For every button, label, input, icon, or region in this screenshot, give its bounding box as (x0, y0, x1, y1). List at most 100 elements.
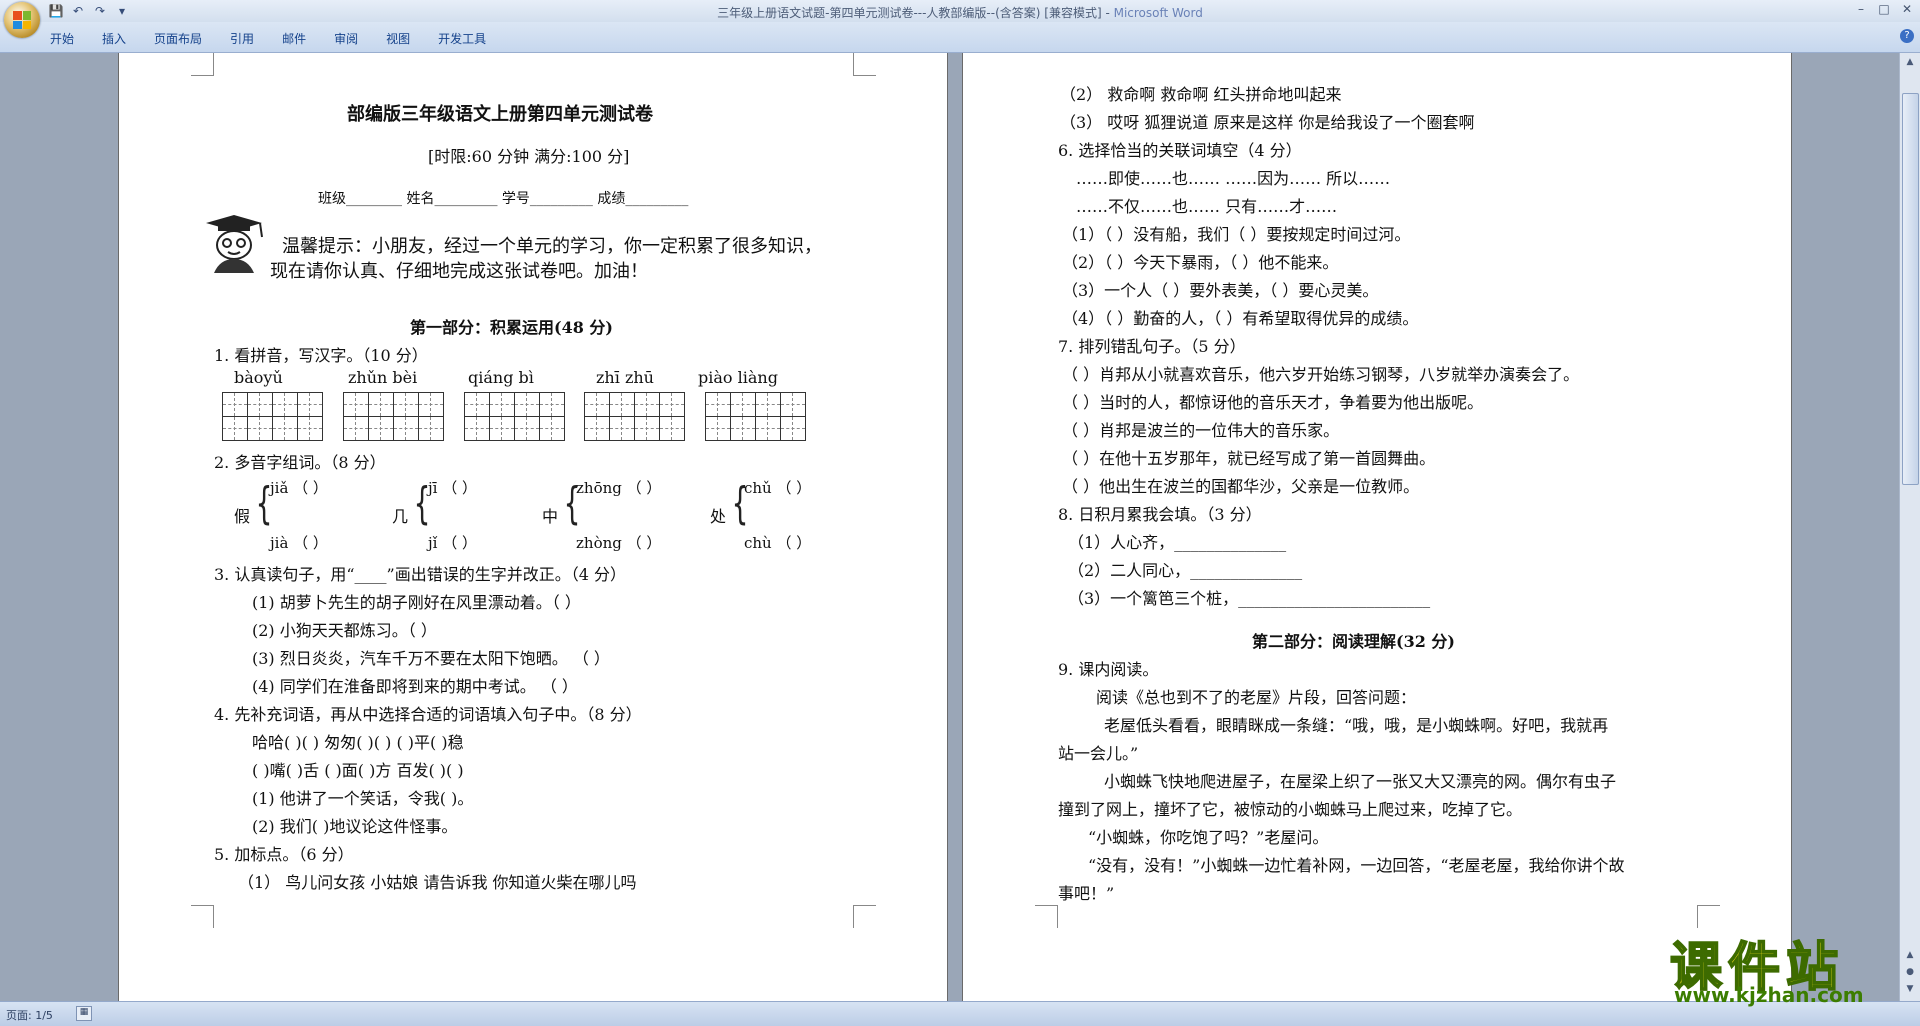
q4-sentence-1: (1) 他讲了一个笑话，令我( )。 (252, 789, 474, 808)
writing-grid-5[interactable] (705, 392, 806, 441)
q9-paragraph-1a: 老屋低头看看，眼睛眯成一条缝：“哦，哦，是小蜘蛛啊。好吧，我就再 (1104, 716, 1609, 735)
writing-grid-3[interactable] (464, 392, 565, 441)
poly-4-reading-2: chù （ ） (744, 534, 812, 552)
teacher-cartoon (206, 215, 263, 273)
margin-corner (191, 53, 214, 76)
pinyin-4: zhī zhū (596, 368, 654, 387)
tab-insert[interactable]: 插入 (102, 30, 126, 47)
pinyin-2: zhǔn bèi (348, 368, 418, 387)
q9-paragraph-3: “小蜘蛛，你吃饱了吗？”老屋问。 (1088, 828, 1329, 847)
macro-record-icon[interactable]: ▦ (76, 1006, 92, 1021)
watermark-url: www.kjzhan.com (1674, 983, 1864, 1007)
time-limit: [时限:60 分钟 满分:100 分] (428, 147, 630, 166)
q6-options-2: ……不仅……也…… 只有……才…… (1076, 197, 1338, 216)
tip-line-2: 现在请你认真、仔细地完成这张试卷吧。加油！ (270, 261, 648, 282)
poly-char-3: 中 (542, 507, 559, 526)
q3-item-2: (2) 小狗天天都炼习。（ ） (252, 621, 437, 640)
q9-paragraph-1b: 站一会儿。” (1058, 744, 1139, 763)
tab-home[interactable]: 开始 (50, 30, 74, 47)
status-bar: 页面: 1/5 ▦ (0, 1001, 1920, 1026)
writing-grid-2[interactable] (343, 392, 444, 441)
q8-item-1: （1）人心齐，______________ (1068, 533, 1287, 552)
q3-item-1: (1) 胡萝卜先生的胡子刚好在风里漂动着。（ ） (252, 593, 581, 612)
poly-1-reading-1: jiǎ （ ） (270, 479, 328, 497)
q6-item-3: （3）一个人（ ）要外表美，（ ）要心灵美。 (1062, 281, 1379, 300)
q7-item-1: （ ）肖邦从小就喜欢音乐，他六岁开始练习钢琴，八岁就举办演奏会了。 (1062, 365, 1580, 384)
q3-item-3: (3) 烈日炎炎，汽车千万不要在太阳下饱晒。 （ ） (252, 649, 610, 668)
q6-item-2: （2）（ ）今天下暴雨，（ ）他不能来。 (1062, 253, 1339, 272)
q3-text: 3. 认真读句子，用“____”画出错误的生字并改正。（4 分） (214, 565, 626, 584)
margin-corner (853, 53, 876, 76)
q5-item-1: （1） 鸟儿问女孩 小姑娘 请告诉我 你知道火柴在哪儿吗 (238, 873, 637, 892)
pinyin-5: piào liàng (698, 368, 778, 387)
writing-grid-4[interactable] (584, 392, 685, 441)
poly-2-reading-2: jǐ （ ） (428, 534, 477, 552)
writing-grid-1[interactable] (222, 392, 323, 441)
q4-sentence-2: (2) 我们( )地议论这件怪事。 (252, 817, 458, 836)
margin-corner (853, 905, 876, 928)
q6-text: 6. 选择恰当的关联词填空（4 分） (1058, 141, 1302, 160)
q2-text: 2. 多音字组词。（8 分） (214, 453, 386, 472)
q7-item-4: （ ）在他十五岁那年，就已经写成了第一首圆舞曲。 (1062, 449, 1436, 468)
tip-line-1: 温馨提示：小朋友，经过一个单元的学习，你一定积累了很多知识， (282, 236, 822, 257)
scrollbar-thumb[interactable] (1902, 93, 1919, 485)
minimize-button[interactable]: – (1850, 2, 1872, 16)
tab-view[interactable]: 视图 (386, 30, 410, 47)
poly-1-reading-2: jià （ ） (270, 534, 328, 552)
q7-text: 7. 排列错乱句子。（5 分） (1058, 337, 1246, 356)
tab-mailings[interactable]: 邮件 (282, 30, 306, 47)
q1-text: 1. 看拼音，写汉字。（10 分） (214, 346, 428, 365)
student-fields: 班级________ 姓名_________ 学号_________ 成绩___… (318, 191, 689, 207)
q8-item-3: （3）一个篱笆三个桩，________________________ (1068, 589, 1431, 608)
poly-3-reading-1: zhōng （ ） (576, 479, 662, 497)
poly-char-1: 假 (234, 507, 251, 526)
q8-item-2: （2）二人同心，______________ (1068, 561, 1303, 580)
poly-2-reading-1: jī （ ） (428, 479, 477, 497)
q7-item-2: （ ）当时的人，都惊讶他的音乐天才，争着要为他出版呢。 (1062, 393, 1484, 412)
help-icon[interactable]: ? (1900, 29, 1914, 43)
close-button[interactable]: ✕ (1896, 2, 1918, 16)
q3-item-4: (4) 同学们在淮备即将到来的期中考试。 （ ） (252, 677, 578, 696)
q4-text: 4. 先补充词语，再从中选择合适的词语填入句子中。（8 分） (214, 705, 642, 724)
margin-corner (1035, 905, 1058, 928)
office-button[interactable] (4, 2, 40, 38)
app-name: Microsoft Word (1113, 6, 1203, 20)
q4-row-1: 哈哈( )( ) 匆匆( )( ) ( )平( )稳 (252, 733, 464, 752)
tab-page-layout[interactable]: 页面布局 (154, 30, 202, 47)
q9-text: 9. 课内阅读。 (1058, 660, 1159, 679)
pinyin-3: qiáng bì (468, 368, 534, 387)
part1-heading: 第一部分：积累运用(48 分) (410, 318, 613, 337)
q9-paragraph-2b: 撞到了网上，撞坏了它，被惊动的小蜘蛛马上爬过来，吃掉了它。 (1058, 800, 1523, 819)
q5-item-2: （2） 救命啊 救命啊 红头拼命地叫起来 (1060, 85, 1342, 104)
q9-intro: 阅读《总也到不了的老屋》片段，回答问题： (1096, 688, 1417, 707)
q4-row-2: ( )嘴( )舌 ( )面( )方 百发( )( ) (252, 761, 464, 780)
tab-developer[interactable]: 开发工具 (438, 30, 486, 47)
q9-paragraph-4b: 事吧！” (1058, 884, 1115, 903)
poly-char-2: 几 (392, 507, 409, 526)
poly-4-reading-1: chǔ （ ） (744, 479, 812, 497)
ribbon: 开始 插入 页面布局 引用 邮件 审阅 视图 开发工具 ? (0, 22, 1920, 53)
page-indicator[interactable]: 页面: 1/5 (6, 1007, 53, 1023)
q6-options-1: ……即使……也…… ……因为…… 所以…… (1076, 169, 1391, 188)
poly-char-4: 处 (710, 507, 727, 526)
watermark-logo: 课件站 www.kjzhan.com (1669, 925, 1906, 1007)
vertical-scrollbar[interactable]: ▲ ▲ ● ▼ (1899, 53, 1920, 1001)
page-title: 部编版三年级语文上册第四单元测试卷 (347, 104, 653, 125)
title-bar: 💾 ↶ ↷ ▾ 三年级上册语文试题-第四单元测试卷---人教部编版--(含答案)… (0, 0, 1920, 22)
maximize-button[interactable]: □ (1873, 2, 1895, 16)
q9-paragraph-4a: “没有，没有！”小蜘蛛一边忙着补网，一边回答，“老屋老屋，我给你讲个故 (1088, 856, 1625, 875)
q5-text: 5. 加标点。（6 分） (214, 845, 354, 864)
window-title: 三年级上册语文试题-第四单元测试卷---人教部编版--(含答案) [兼容模式] … (0, 4, 1920, 21)
q7-item-5: （ ）他出生在波兰的国都华沙，父亲是一位教师。 (1062, 477, 1420, 496)
tab-references[interactable]: 引用 (230, 30, 254, 47)
margin-corner (191, 905, 214, 928)
scroll-up-icon[interactable]: ▲ (1903, 55, 1917, 69)
poly-3-reading-2: zhòng （ ） (576, 534, 662, 552)
q6-item-4: （4）（ ）勤奋的人，（ ）有希望取得优异的成绩。 (1062, 309, 1419, 328)
q7-item-3: （ ）肖邦是波兰的一位伟大的音乐家。 (1062, 421, 1340, 440)
q5-item-3: （3） 哎呀 狐狸说道 原来是这样 你是给我设了一个圈套啊 (1060, 113, 1475, 132)
q6-item-1: （1）（ ）没有船，我们（ ）要按规定时间过河。 (1062, 225, 1411, 244)
office-logo-icon (13, 11, 31, 29)
tab-review[interactable]: 审阅 (334, 30, 358, 47)
pinyin-1: bàoyǔ (234, 368, 283, 387)
